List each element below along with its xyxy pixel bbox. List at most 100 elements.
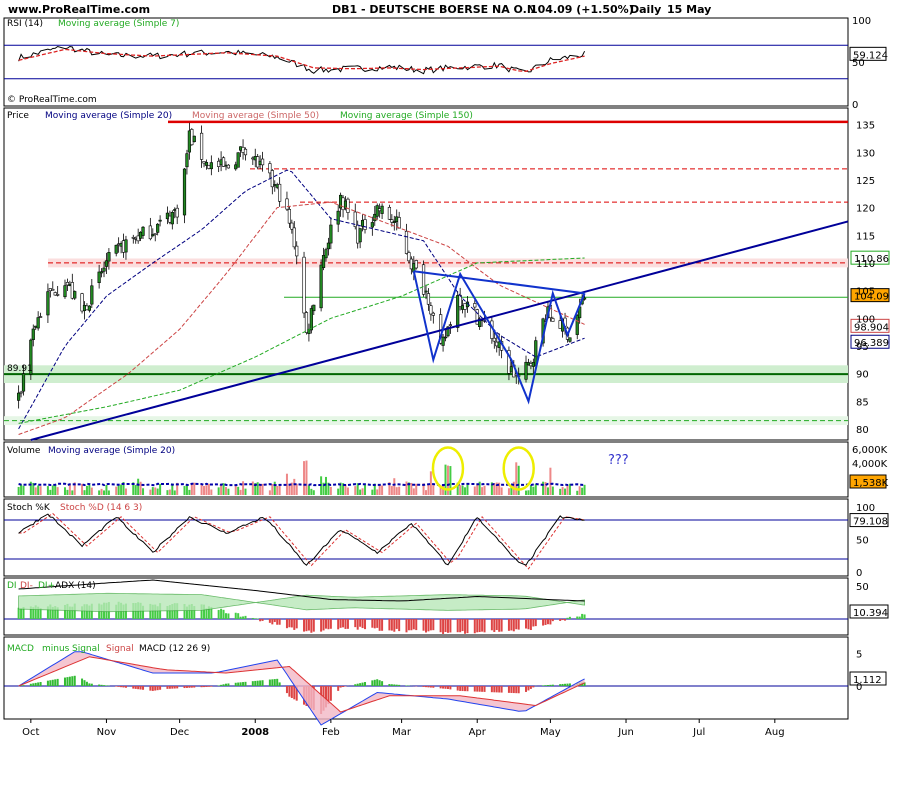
macd-histogram-bar	[359, 683, 362, 686]
candle-body	[414, 260, 418, 269]
volume-bar	[137, 478, 140, 495]
volume-bar	[234, 485, 237, 495]
macd-histogram-bar	[83, 680, 86, 686]
macd-histogram-bar	[237, 682, 240, 686]
volume-bar	[425, 490, 427, 495]
candle-body	[56, 294, 60, 296]
macd-histogram-bar	[29, 683, 32, 686]
dmi-bar	[534, 619, 537, 627]
volume-bar	[83, 490, 86, 495]
candle-body	[209, 162, 213, 170]
volume-bar	[227, 488, 230, 495]
macd-histogram-bar	[166, 686, 169, 689]
macd-histogram-bar	[73, 675, 76, 686]
stoch-tick-label: 100	[856, 503, 875, 514]
dmi-bar	[412, 619, 415, 630]
instrument-title: DB1 - DEUTSCHE BOERSE NA O.N	[332, 3, 536, 16]
candle-body	[429, 305, 433, 315]
volume-bar	[188, 489, 191, 495]
dmi-bar	[493, 619, 496, 632]
macd-histogram-bar	[507, 686, 510, 693]
dmi-bar	[261, 619, 264, 621]
candle-body	[19, 391, 23, 394]
candle-body	[551, 318, 555, 322]
volume-bar	[34, 487, 37, 495]
macd-histogram-bar	[176, 686, 179, 689]
volume-bar	[476, 484, 479, 495]
candle-body	[148, 225, 152, 240]
dmi-bar	[224, 613, 227, 619]
macd-histogram-bar	[381, 681, 384, 686]
dmi-bar	[390, 619, 393, 631]
volume-bar	[576, 490, 579, 495]
candle-body	[404, 231, 409, 254]
quote-label: 104.09 (+1.50%)	[530, 3, 634, 16]
dmi-bar	[442, 619, 445, 634]
volume-bar	[66, 489, 69, 495]
candle-body	[473, 303, 477, 308]
di-label: DI	[7, 581, 17, 591]
volume-bar	[46, 486, 49, 495]
dmi-bar	[517, 619, 520, 630]
candle-body	[302, 256, 306, 314]
site-label[interactable]: www.ProRealTime.com	[8, 3, 150, 16]
candle-body	[124, 239, 128, 253]
candle-body	[441, 336, 445, 346]
volume-bar	[461, 485, 464, 495]
dmi-bar	[337, 619, 340, 630]
macd-histogram-bar	[395, 684, 398, 686]
volume-bar	[464, 487, 467, 495]
volume-bar	[193, 482, 196, 495]
volume-bar	[156, 488, 159, 495]
candle-body	[295, 245, 299, 257]
dmi-bar	[466, 619, 469, 634]
dmi-bar	[561, 619, 564, 621]
x-tick-label: Feb	[322, 727, 340, 738]
candle-body	[380, 205, 384, 214]
macd-histogram-bar	[442, 686, 445, 689]
dmi-bar	[515, 619, 518, 630]
macd-histogram-bar	[85, 681, 88, 686]
macd-histogram-bar	[361, 682, 364, 686]
candle-body	[319, 264, 323, 309]
y-axis-labels: 100500135130125120115110105100959085806,…	[852, 16, 888, 693]
dmi-bar	[576, 616, 579, 619]
volume-bar	[346, 487, 349, 495]
dmi-bar	[20, 608, 23, 619]
volume-bar	[151, 487, 154, 495]
dmi-bar	[305, 619, 308, 632]
macd-histogram-bar	[432, 686, 435, 688]
candle-body	[185, 153, 189, 168]
dmi-bar	[527, 619, 530, 630]
candle-body	[421, 264, 426, 295]
macd-histogram-bar	[22, 685, 25, 686]
dmi-bar	[446, 619, 449, 633]
price-tick-label: 85	[856, 397, 869, 408]
candle-body	[448, 324, 452, 326]
price-tick-label: 135	[856, 121, 875, 132]
volume-bar	[459, 485, 462, 495]
price-tick-label: 130	[856, 148, 875, 159]
dmi-bar	[578, 616, 581, 619]
stoch-tick-label: 0	[856, 568, 862, 579]
volume-bar	[88, 484, 91, 495]
volume-bar	[473, 486, 476, 495]
macd-histogram-bar	[54, 679, 57, 686]
volume-bar	[142, 488, 145, 495]
volume-tick-label: 6,000K	[852, 445, 888, 456]
macd-histogram-bar	[122, 686, 125, 688]
macd-histogram-bar	[49, 680, 52, 686]
macd-histogram-bar	[244, 681, 247, 686]
macd-histogram-bar	[205, 686, 208, 687]
dmi-bar	[393, 619, 396, 632]
volume-bar	[49, 489, 52, 495]
dmi-bar	[568, 616, 571, 619]
volume-bar	[581, 487, 584, 495]
macd-histogram-bar	[495, 686, 498, 693]
volume-bar	[207, 483, 210, 495]
question-annotation: ???	[608, 453, 629, 468]
volume-bar	[200, 484, 203, 495]
macd-histogram-bar	[476, 686, 479, 692]
volume-bar	[534, 484, 537, 495]
macd-histogram-bar	[551, 684, 554, 686]
